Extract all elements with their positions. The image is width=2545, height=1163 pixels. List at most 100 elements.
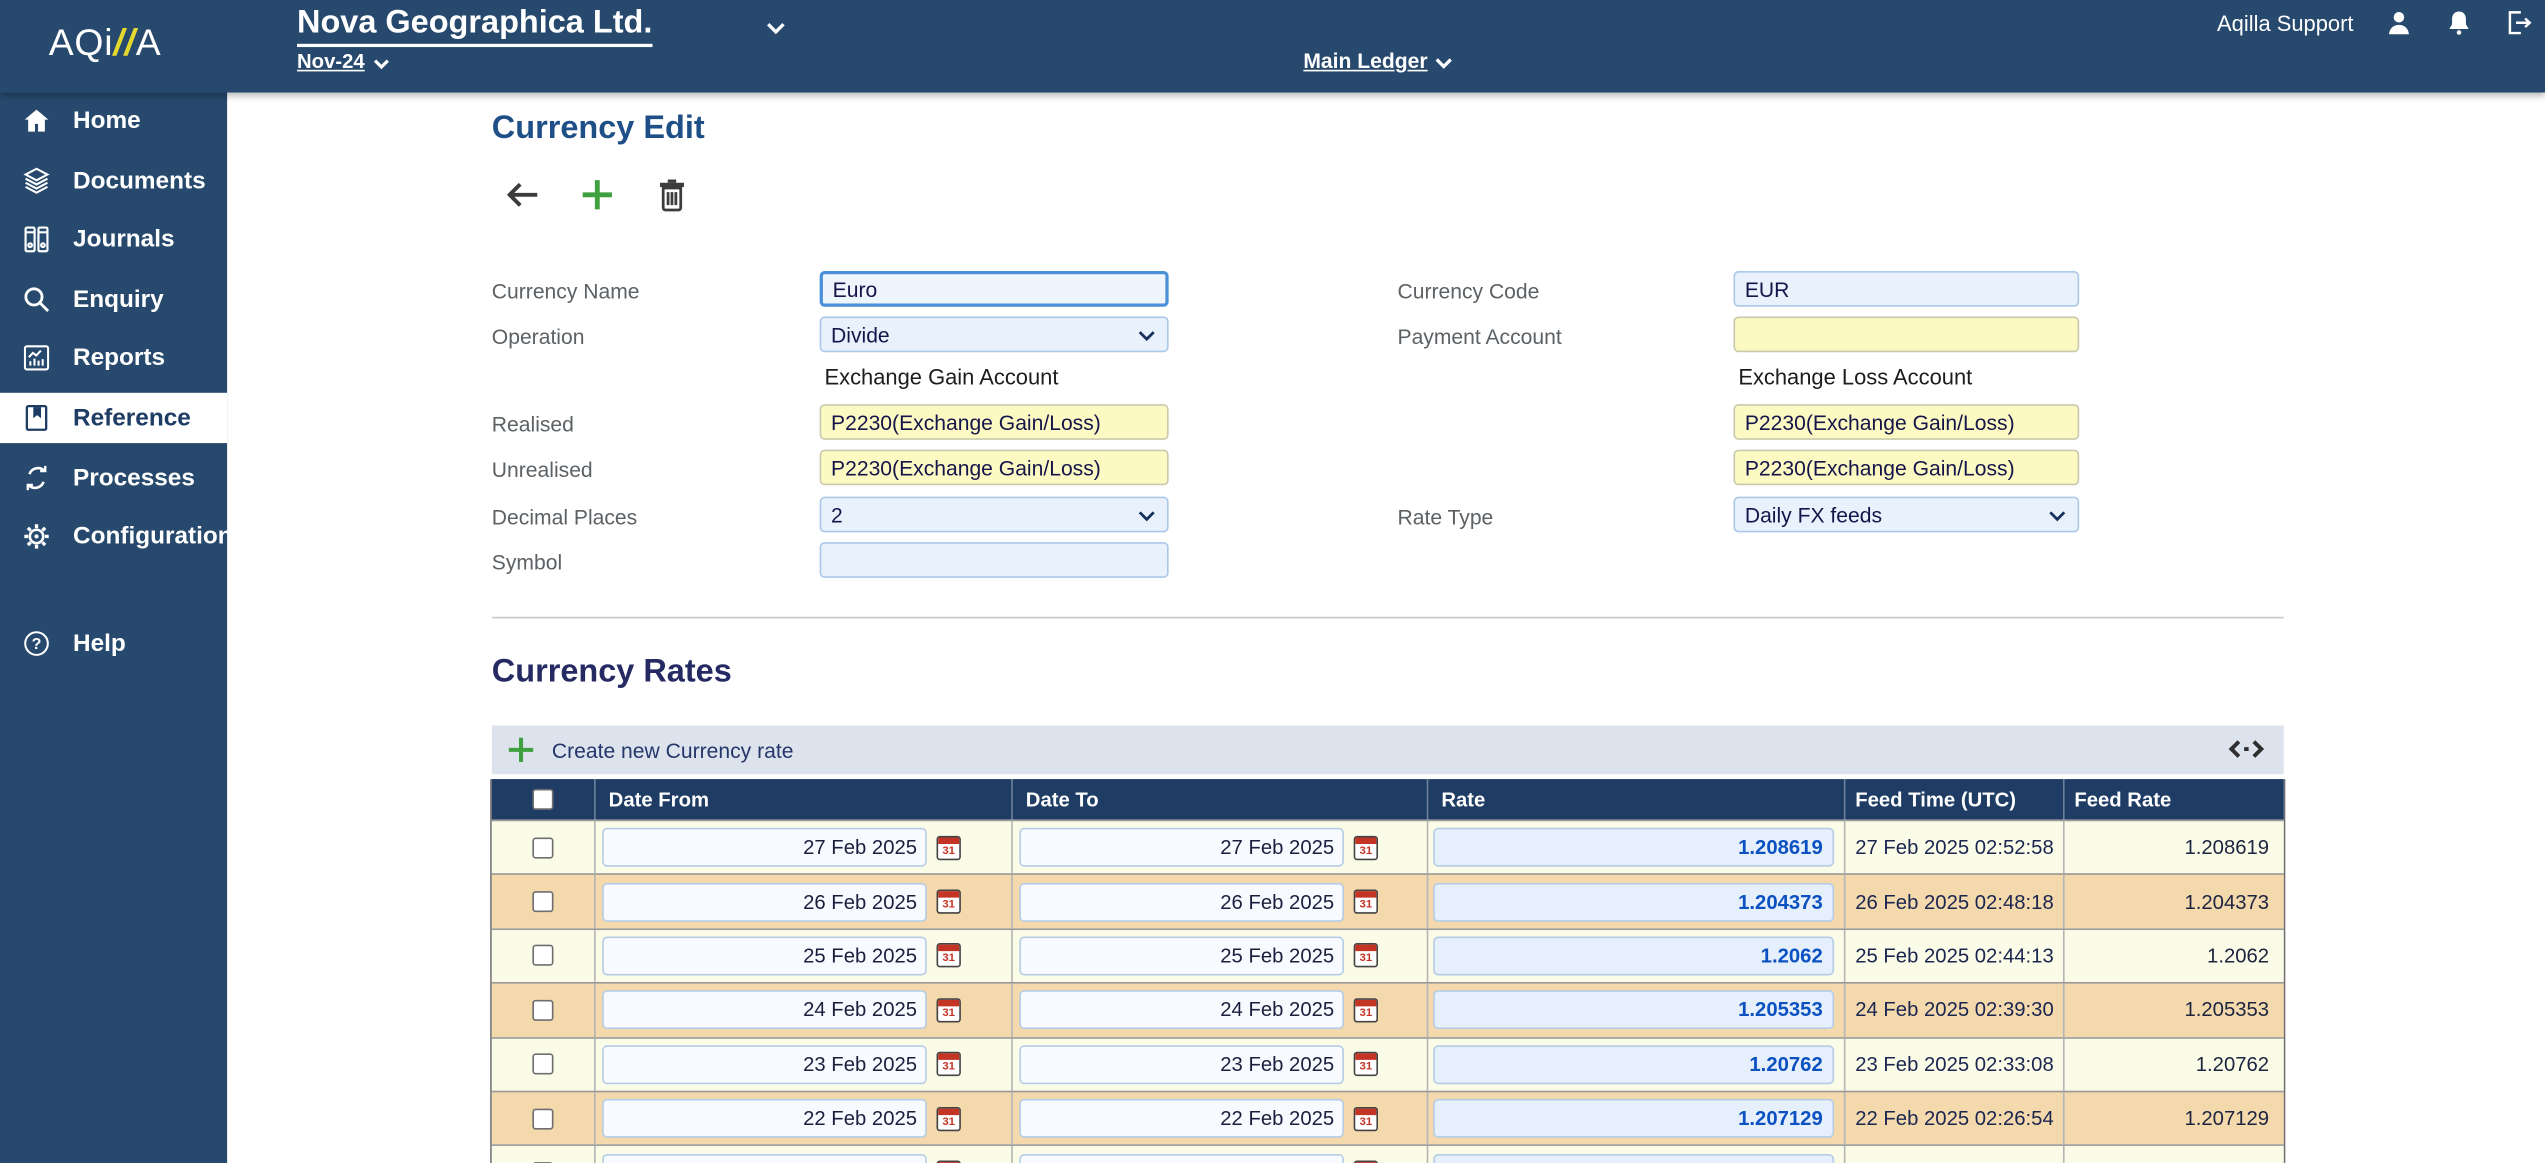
page-title: Currency Edit [492, 110, 705, 147]
app-window: Home Documents Journals Enquiry Reports Refer… [0, 0, 2545, 1163]
exchange-gain-account-label: Exchange Gain Account [825, 365, 1059, 389]
sidebar-item-label: Configuration [73, 523, 233, 551]
row-checkbox[interactable] [532, 1054, 553, 1075]
column-header-feed-rate[interactable]: Feed Rate [2063, 779, 2284, 820]
column-header-feed-time[interactable]: Feed Time (UTC) [1844, 779, 2063, 820]
sidebar-item-label: Home [73, 107, 141, 135]
feed-rate-cell: 1.206943 [2063, 1146, 2284, 1163]
reference-icon [21, 402, 53, 434]
sidebar-item-processes[interactable]: Processes [0, 452, 227, 502]
resize-columns-icon[interactable] [2227, 737, 2266, 761]
feed-time-cell: 23 Feb 2025 02:33:08 [1844, 1038, 2063, 1091]
payment-account-field[interactable] [1733, 317, 2079, 353]
date-to-input[interactable] [1019, 1153, 1344, 1163]
currency-name-field[interactable] [820, 271, 1169, 307]
table-row: 313126 Feb 2025 02:48:181.204373 [492, 874, 2284, 928]
sidebar-item-home[interactable]: Home [0, 96, 227, 146]
calendar-icon[interactable]: 31 [937, 944, 961, 968]
column-header-date-from[interactable]: Date From [594, 779, 1011, 820]
decimal-places-select[interactable]: 2 [820, 497, 1169, 533]
unrealised-loss-field[interactable] [1733, 450, 2079, 486]
date-from-input[interactable] [602, 991, 927, 1030]
date-to-input[interactable] [1019, 1099, 1344, 1138]
feed-time-cell: 26 Feb 2025 02:48:18 [1844, 875, 2063, 928]
date-to-input[interactable] [1019, 936, 1344, 975]
sidebar-item-reference[interactable]: Reference [0, 393, 227, 443]
create-rate-plus-icon[interactable] [505, 734, 537, 766]
date-from-input[interactable] [602, 1153, 927, 1163]
rate-input[interactable] [1433, 936, 1834, 975]
row-checkbox[interactable] [532, 1108, 553, 1129]
calendar-icon[interactable]: 31 [1354, 1106, 1378, 1130]
table-row: 313123 Feb 2025 02:33:081.20762 [492, 1036, 2284, 1090]
column-header-date-to[interactable]: Date To [1011, 779, 1427, 820]
row-checkbox[interactable] [532, 891, 553, 912]
currency-code-field[interactable] [1733, 271, 2079, 307]
calendar-icon[interactable]: 31 [1354, 1052, 1378, 1076]
date-to-input[interactable] [1019, 882, 1344, 921]
rate-input[interactable] [1433, 1045, 1834, 1084]
chevron-down-icon [1138, 510, 1156, 523]
logout-icon[interactable] [2504, 8, 2533, 37]
ledger-selector[interactable]: Main Ledger [1303, 49, 1427, 73]
calendar-icon[interactable]: 31 [1354, 835, 1378, 859]
add-currency-button[interactable] [578, 175, 617, 214]
calendar-icon[interactable]: 31 [1354, 890, 1378, 914]
rate-input[interactable] [1433, 828, 1834, 867]
period-selector[interactable]: Nov-24 [297, 50, 365, 73]
unrealised-gain-field[interactable] [820, 450, 1169, 486]
date-from-input[interactable] [602, 1045, 927, 1084]
date-from-input[interactable] [602, 1099, 927, 1138]
date-to-input[interactable] [1019, 991, 1344, 1030]
sidebar-item-configuration[interactable]: Configuration [0, 512, 227, 562]
calendar-icon[interactable]: 31 [937, 835, 961, 859]
row-checkbox[interactable] [532, 1000, 553, 1021]
calendar-icon[interactable]: 31 [1354, 944, 1378, 968]
sidebar-item-journals[interactable]: Journals [0, 215, 227, 265]
date-from-input[interactable] [602, 828, 927, 867]
rate-input[interactable] [1433, 1099, 1834, 1138]
company-selector[interactable]: Nova Geographica Ltd. [297, 5, 652, 47]
symbol-field[interactable] [820, 542, 1169, 578]
realised-loss-field[interactable] [1733, 404, 2079, 440]
sidebar-item-enquiry[interactable]: Enquiry [0, 274, 227, 324]
rate-input[interactable] [1433, 991, 1834, 1030]
calendar-icon[interactable]: 31 [937, 1052, 961, 1076]
rate-input[interactable] [1433, 882, 1834, 921]
calendar-icon[interactable]: 31 [937, 1106, 961, 1130]
feed-time-cell: 22 Feb 2025 02:26:54 [1844, 1092, 2063, 1145]
processes-icon [21, 461, 53, 493]
delete-currency-button[interactable] [652, 175, 691, 214]
date-from-input[interactable] [602, 882, 927, 921]
select-all-checkbox[interactable] [532, 789, 553, 810]
calendar-icon[interactable]: 31 [937, 890, 961, 914]
date-to-input[interactable] [1019, 1045, 1344, 1084]
currency-rates-title: Currency Rates [492, 654, 732, 691]
bell-icon[interactable] [2444, 8, 2473, 37]
feed-rate-cell: 1.205353 [2063, 984, 2284, 1037]
sidebar-item-help[interactable]: ?Help [0, 619, 227, 669]
chevron-down-icon[interactable] [1435, 57, 1453, 70]
user-name: Aqilla Support [2217, 11, 2353, 35]
row-checkbox[interactable] [532, 945, 553, 966]
date-to-input[interactable] [1019, 828, 1344, 867]
sidebar-item-reports[interactable]: Reports [0, 333, 227, 383]
create-rate-label[interactable]: Create new Currency rate [552, 738, 794, 762]
aqilla-logo[interactable]: AQi//A [49, 21, 162, 65]
row-checkbox[interactable] [532, 837, 553, 858]
rate-type-select[interactable]: Daily FX feeds [1733, 497, 2079, 533]
date-from-input[interactable] [602, 936, 927, 975]
back-button[interactable] [503, 175, 542, 214]
calendar-icon[interactable]: 31 [937, 998, 961, 1022]
operation-select[interactable]: Divide [820, 317, 1169, 353]
sidebar-item-documents[interactable]: Documents [0, 155, 227, 205]
realised-gain-field[interactable] [820, 404, 1169, 440]
sidebar-item-label: Reports [73, 345, 165, 373]
column-header-rate[interactable]: Rate [1427, 779, 1844, 820]
calendar-icon[interactable]: 31 [1354, 998, 1378, 1022]
user-icon[interactable] [2384, 8, 2413, 37]
chevron-down-icon[interactable] [373, 58, 389, 69]
chevron-down-icon[interactable] [766, 21, 785, 36]
chevron-down-icon [1138, 329, 1156, 342]
rate-input[interactable] [1433, 1153, 1834, 1163]
